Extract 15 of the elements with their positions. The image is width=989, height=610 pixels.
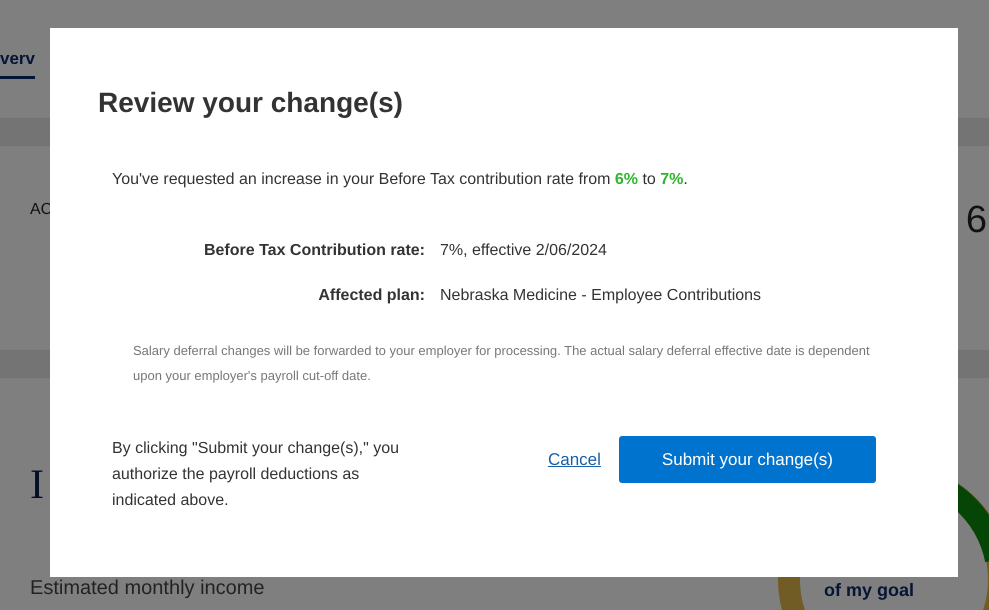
detail-value: Nebraska Medicine - Employee Contributions [440, 286, 762, 306]
cancel-link[interactable]: Cancel [548, 447, 601, 472]
goal-label: of my goal [824, 579, 914, 601]
change-summary: You've requested an increase in your Before Tax contribution rate from 6% to 7%. [112, 170, 689, 190]
detail-label: Affected plan: [317, 286, 425, 306]
income-heading: I [30, 464, 44, 506]
detail-label: Before Tax Contribution rate: [202, 241, 425, 261]
income-label: Estimated monthly income [30, 576, 265, 600]
authorization-text: By clicking "Submit your change(s)," you authorize the payroll deductions as indicated above. [112, 439, 400, 511]
tab[interactable]: verv [0, 46, 35, 78]
deferral-note: Salary deferral changes will be forwarded to your employer for processing. The actual salary deferral effective date is dependent upon your employer's payroll cut-off date. [133, 342, 871, 385]
detail-value: 7%, effective 2/06/2024 [440, 241, 608, 261]
dialog-title: Review your change(s) [98, 86, 404, 120]
submit-button[interactable]: Submit your change(s) [618, 436, 876, 483]
account-value: 6 [966, 198, 987, 243]
